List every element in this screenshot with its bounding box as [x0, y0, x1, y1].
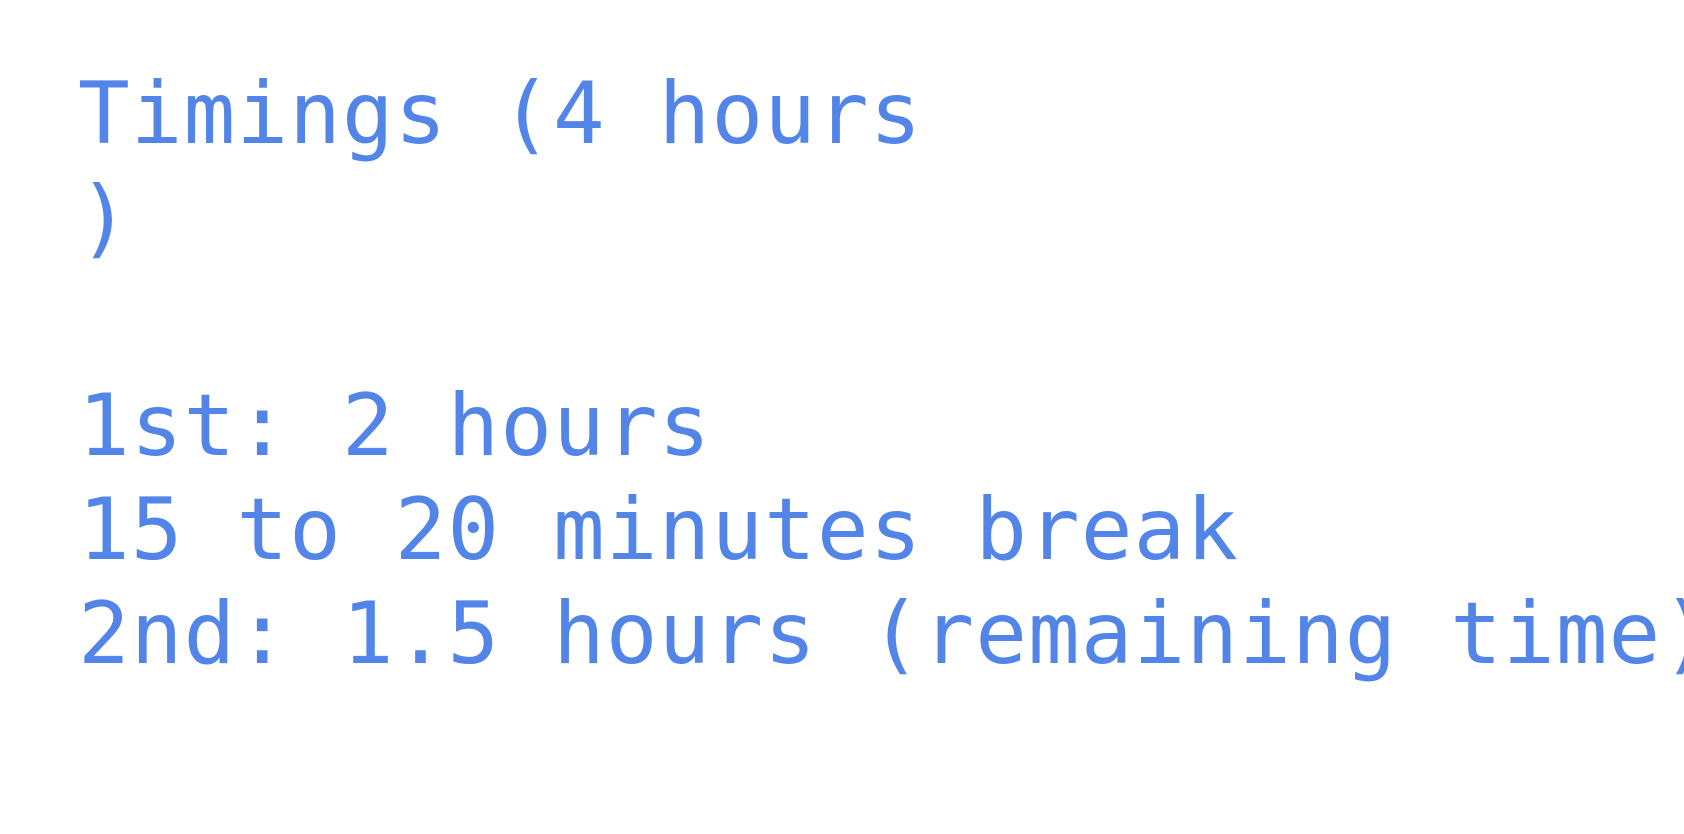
timings-heading-line-1: Timings (4 hours [78, 64, 923, 164]
timings-note: Timings (4 hours ) 1st: 2 hours 15 to 20… [78, 62, 1684, 686]
break-text: 15 to 20 minutes break [78, 480, 1240, 580]
timings-heading-line-2: ) [78, 168, 131, 268]
session-2-text: 2nd: 1.5 hours (remaining time) [78, 584, 1684, 684]
session-1-text: 1st: 2 hours [78, 376, 712, 476]
